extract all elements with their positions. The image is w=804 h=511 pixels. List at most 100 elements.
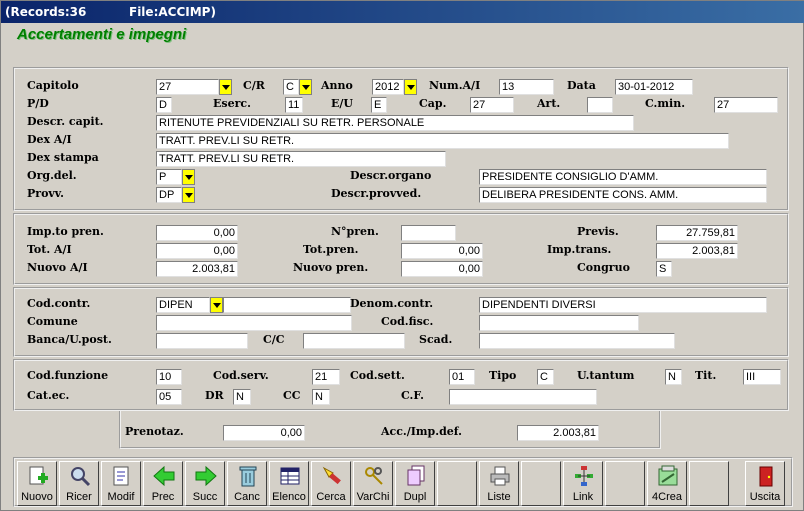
cat-ec-label: Cat.ec. (27, 389, 70, 402)
ricer-label: Ricer (66, 491, 92, 503)
cod-contr-extra-field[interactable] (223, 297, 351, 313)
link-button[interactable]: Link (563, 461, 603, 506)
cap-field[interactable]: 27 (470, 97, 514, 113)
data-field[interactable]: 30-01-2012 (615, 79, 693, 95)
cod-contr-field[interactable]: DIPEN (156, 297, 210, 313)
link-tree-icon (575, 466, 593, 486)
org-del-field[interactable]: P (156, 169, 182, 185)
descr-organo-field[interactable]: PRESIDENTE CONSIGLIO D'AMM. (479, 169, 767, 185)
cod-contr-label: Cod.contr. (27, 297, 91, 310)
cod-serv-field[interactable]: 21 (312, 369, 340, 385)
uscita-button[interactable]: Uscita (745, 461, 785, 506)
prenotaz-label: Prenotaz. (125, 425, 184, 438)
cc-field[interactable] (303, 333, 405, 349)
cerca-button[interactable]: Cerca (311, 461, 351, 506)
dupl-button[interactable]: Dupl (395, 461, 435, 506)
succ-button[interactable]: Succ (185, 461, 225, 506)
prec-button[interactable]: Prec (143, 461, 183, 506)
eserc-field[interactable]: 11 (285, 97, 303, 113)
tot-pren-field[interactable]: 0,00 (401, 243, 483, 259)
tit-label: Tit. (695, 369, 717, 382)
imp-trans-field[interactable]: 2.003,81 (656, 243, 738, 259)
modif-button[interactable]: Modif (101, 461, 141, 506)
classification-group (13, 359, 789, 411)
tot-pren-label: Tot.pren. (303, 243, 359, 256)
tot-ai-field[interactable]: 0,00 (156, 243, 238, 259)
duplicate-icon (407, 465, 425, 486)
utantum-field[interactable]: N (665, 369, 682, 385)
acc-imp-def-field[interactable]: 2.003,81 (517, 425, 599, 441)
dr-field[interactable]: N (233, 389, 251, 405)
imp-pren-field[interactable]: 0,00 (156, 225, 238, 241)
empty-button-4[interactable] (689, 461, 729, 506)
nuovo-pren-label: Nuovo pren. (293, 261, 369, 274)
elenco-button[interactable]: Elenco (269, 461, 309, 506)
cf-field[interactable] (449, 389, 597, 405)
cmin-field[interactable]: 27 (714, 97, 778, 113)
nuovo-button[interactable]: Nuovo (17, 461, 57, 506)
provv-label: Provv. (27, 187, 64, 200)
records-count: (Records:36 (5, 5, 87, 19)
canc-button[interactable]: Canc (227, 461, 267, 506)
capitolo-field[interactable]: 27 (156, 79, 219, 95)
anno-label: Anno (321, 79, 353, 92)
nuovo-ai-field[interactable]: 2.003,81 (156, 261, 238, 277)
cat-ec-field[interactable]: 05 (156, 389, 182, 405)
descr-organo-label: Descr.organo (350, 169, 432, 182)
dex-ai-field[interactable]: TRATT. PREV.LI SU RETR. (156, 133, 729, 149)
eu-label: E/U (331, 97, 353, 110)
4crea-button[interactable]: 4Crea (647, 461, 687, 506)
cap-label: Cap. (419, 97, 447, 110)
anno-dropdown-icon[interactable] (404, 79, 417, 95)
cod-sett-label: Cod.sett. (350, 369, 405, 382)
empty-button-1[interactable] (437, 461, 477, 506)
cc2-field[interactable]: N (312, 389, 330, 405)
provv-dropdown-icon[interactable] (182, 187, 195, 203)
org-del-dropdown-icon[interactable] (182, 169, 195, 185)
empty-button-3[interactable] (605, 461, 645, 506)
cod-fisc-field[interactable] (479, 315, 639, 331)
anno-field[interactable]: 2012 (372, 79, 404, 95)
cr-dropdown-icon[interactable] (299, 79, 312, 95)
scad-label: Scad. (419, 333, 453, 346)
imp-trans-label: Imp.trans. (547, 243, 612, 256)
exit-door-icon (759, 466, 773, 487)
ricer-button[interactable]: Ricer (59, 461, 99, 506)
liste-button[interactable]: Liste (479, 461, 519, 506)
pd-field[interactable]: D (156, 97, 172, 113)
num-ai-field[interactable]: 13 (499, 79, 554, 95)
prenotaz-field[interactable]: 0,00 (223, 425, 305, 441)
comune-field[interactable] (156, 315, 352, 331)
empty-button-2[interactable] (521, 461, 561, 506)
cod-funzione-field[interactable]: 10 (156, 369, 182, 385)
cod-sett-field[interactable]: 01 (449, 369, 475, 385)
dex-stampa-field[interactable]: TRATT. PREV.LI SU RETR. (156, 151, 446, 167)
liste-label: Liste (487, 491, 511, 503)
congruo-field[interactable]: S (656, 261, 672, 277)
provv-field[interactable]: DP (156, 187, 182, 203)
capitolo-label: Capitolo (27, 79, 79, 92)
tipo-field[interactable]: C (537, 369, 554, 385)
cod-contr-dropdown-icon[interactable] (210, 297, 223, 313)
dupl-label: Dupl (403, 491, 427, 503)
eu-field[interactable]: E (371, 97, 387, 113)
toolbar: Nuovo Ricer Modif Prec Succ Canc Elenco … (13, 457, 793, 507)
cr-field[interactable]: C (283, 79, 299, 95)
tit-field[interactable]: III (743, 369, 781, 385)
descr-provved-field[interactable]: DELIBERA PRESIDENTE CONS. AMM. (479, 187, 767, 203)
n-pren-label: N°pren. (331, 225, 379, 238)
link-label: Link (572, 491, 594, 503)
nuovo-pren-field[interactable]: 0,00 (401, 261, 483, 277)
previs-field[interactable]: 27.759,81 (656, 225, 738, 241)
dr-label: DR (205, 389, 224, 402)
banca-field[interactable] (156, 333, 248, 349)
n-pren-field[interactable] (401, 225, 456, 241)
descr-provved-label: Descr.provved. (331, 187, 422, 200)
scad-field[interactable] (479, 333, 675, 349)
capitolo-dropdown-icon[interactable] (219, 79, 232, 95)
art-field[interactable] (587, 97, 613, 113)
table-icon (280, 467, 300, 485)
descr-capit-field[interactable]: RITENUTE PREVIDENZIALI SU RETR. PERSONAL… (156, 115, 634, 131)
denom-contr-field[interactable]: DIPENDENTI DIVERSI (479, 297, 767, 313)
varchi-button[interactable]: VarChi (353, 461, 393, 506)
